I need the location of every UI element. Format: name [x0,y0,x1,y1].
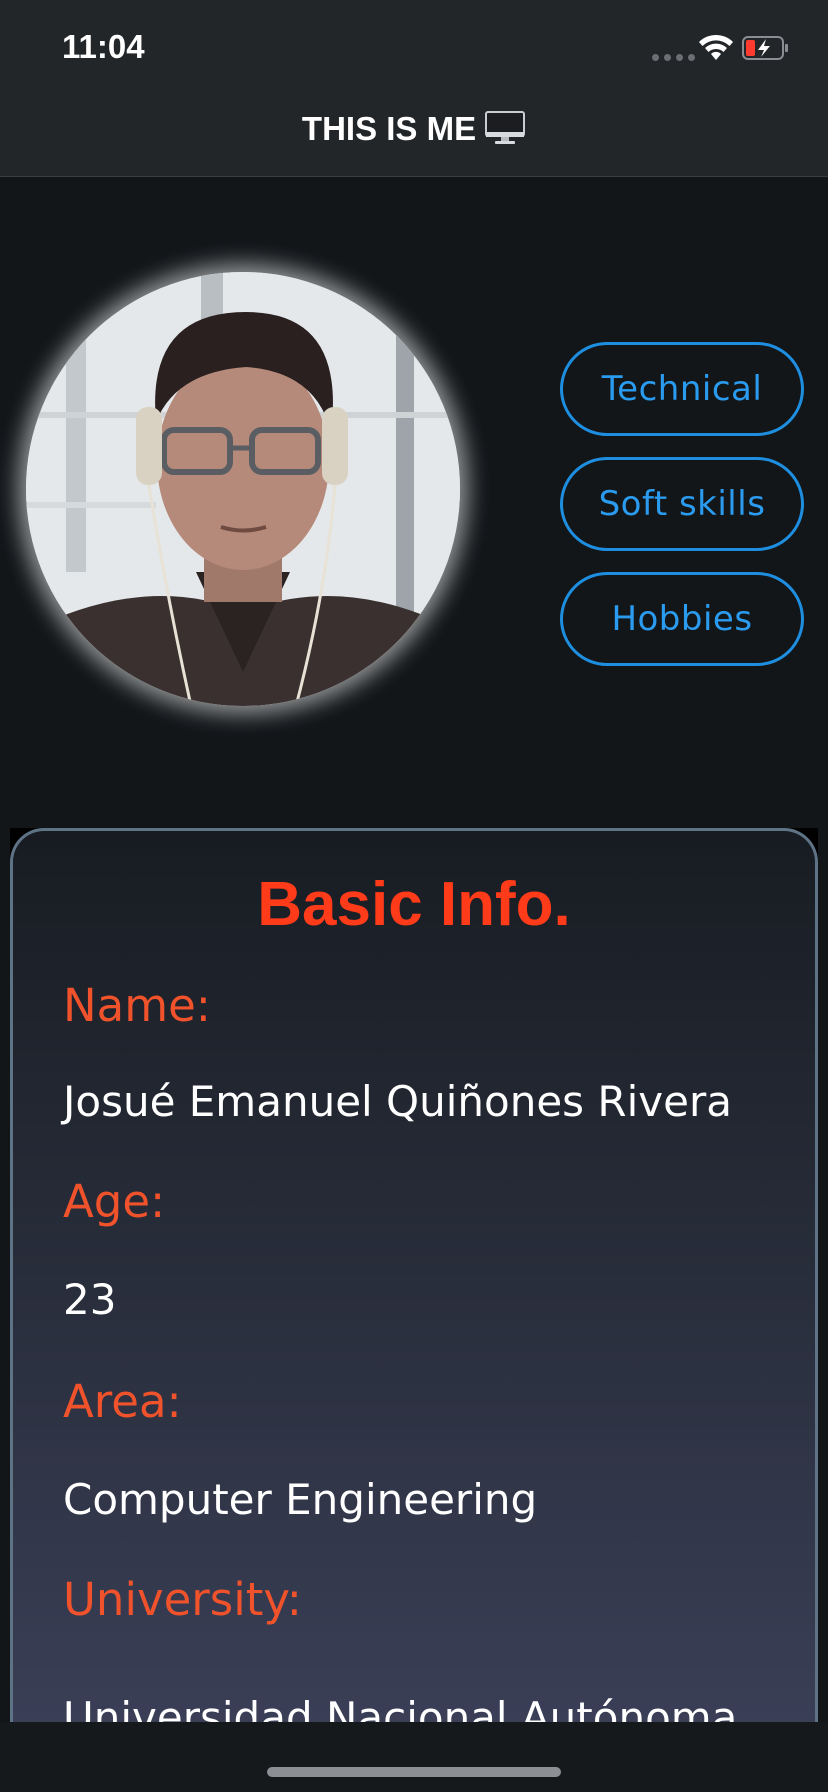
navigation-bar: THIS IS ME [0,88,828,177]
status-bar: 11:04 [0,0,828,88]
name-label: Name: [63,979,211,1032]
page-title-text: THIS IS ME [301,110,477,147]
area-value: Computer Engineering [63,1475,538,1524]
wifi-icon [699,34,733,60]
profile-avatar [26,272,460,706]
cellular-signal-icon [652,54,695,61]
desktop-computer-icon [485,111,526,144]
battery-charging-icon [742,36,788,60]
home-indicator[interactable] [267,1767,561,1777]
bottom-bar [0,1722,828,1792]
technical-button[interactable]: Technical [560,342,804,436]
basic-info-title: Basic Info. [257,870,571,939]
hobbies-button[interactable]: Hobbies [560,572,804,666]
profile-photo [26,272,460,706]
age-label: Age: [63,1175,166,1228]
page-title: THIS IS ME [0,110,828,148]
name-value: Josué Emanuel Quiñones Rivera [63,1077,732,1126]
area-label: Area: [63,1375,182,1428]
basic-info-card[interactable]: Basic Info. Name: Josué Emanuel Quiñones… [10,828,818,1728]
age-value: 23 [63,1275,117,1324]
status-time: 11:04 [62,28,145,65]
soft-skills-button[interactable]: Soft skills [560,457,804,551]
university-label: University: [63,1573,302,1626]
